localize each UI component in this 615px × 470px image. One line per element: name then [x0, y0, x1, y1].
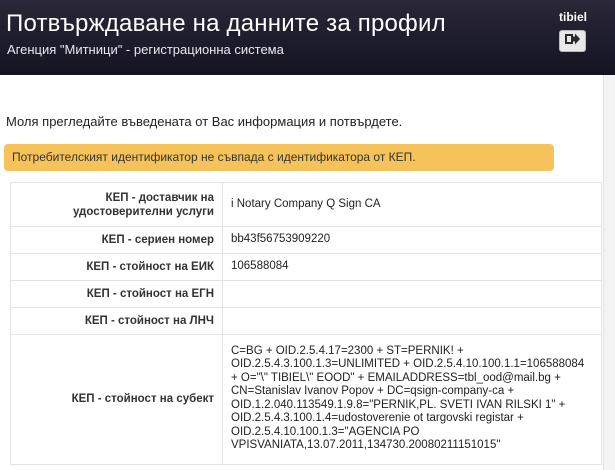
username-label: tibiel [558, 10, 587, 24]
row-value: C=BG + OID.2.5.4.17=2300 + ST=PERNIK! + … [222, 334, 602, 465]
row-value: i Notary Company Q Sign CA [222, 182, 602, 227]
logout-arrow-icon [564, 32, 581, 51]
row-label: КЕП - стойност на ЕГН [10, 280, 223, 308]
table-row: КЕП - стойност на ЕГН [10, 280, 602, 308]
logout-button[interactable] [559, 30, 586, 52]
page-subtitle: Агенция "Митници" - регистрационна систе… [7, 42, 284, 57]
row-label: КЕП - стойност на ЛНЧ [10, 307, 223, 335]
table-row: КЕП - сериен номер bb43f56753909220 [10, 226, 602, 254]
row-label: КЕП - сериен номер [10, 226, 223, 254]
table-row: КЕП - стойност на ЛНЧ [10, 307, 602, 335]
page-title: Потвърждаване на данните за профил [6, 10, 446, 37]
row-value: 106588084 [222, 253, 602, 281]
row-value [222, 280, 602, 308]
row-label: КЕП - стойност на субект [10, 334, 223, 465]
row-label: КЕП - доставчик на удостоверителни услуг… [10, 182, 223, 227]
profile-details-table: КЕП - доставчик на удостоверителни услуг… [10, 182, 602, 465]
row-label: КЕП - стойност на ЕИК [10, 253, 223, 281]
warning-alert-text: Потребителският идентификатор не съвпада… [12, 150, 416, 164]
scrollbar-track[interactable] [603, 75, 615, 470]
app-header: Потвърждаване на данните за профил Агенц… [0, 0, 615, 75]
intro-text: Моля прегледайте въведената от Вас инфор… [6, 114, 403, 129]
row-value: bb43f56753909220 [222, 226, 602, 254]
table-row: КЕП - доставчик на удостоверителни услуг… [10, 182, 602, 227]
table-row: КЕП - стойност на субект C=BG + OID.2.5.… [10, 334, 602, 465]
row-value [222, 307, 602, 335]
table-row: КЕП - стойност на ЕИК 106588084 [10, 253, 602, 281]
warning-alert: Потребителският идентификатор не съвпада… [4, 144, 554, 171]
